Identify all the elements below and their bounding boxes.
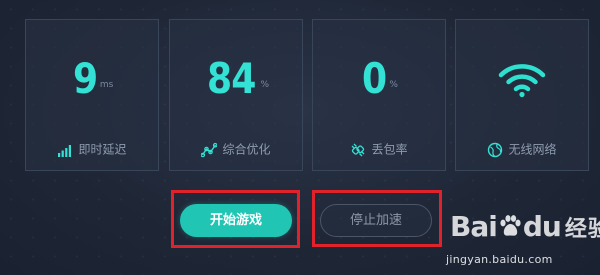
jingyan-text: 经验: [564, 217, 600, 242]
optimization-metric: 84%: [170, 54, 302, 104]
latency-value: 9: [72, 54, 98, 103]
latency-metric: 9 ms: [26, 54, 158, 104]
stop-acceleration-button[interactable]: 停止加速: [320, 204, 432, 237]
trend-line-icon: [201, 142, 218, 157]
globe-icon: [488, 142, 503, 157]
latency-label-row: 即时延迟: [26, 139, 158, 159]
packet-loss-label-row: 丢包率: [313, 139, 445, 159]
baidu-logo: Bai du 经验: [450, 210, 600, 243]
wireless-card: 无线网络: [455, 19, 589, 171]
signal-bars-icon: [58, 144, 72, 157]
latency-card: 9 ms 即时延迟: [25, 19, 159, 171]
start-game-button[interactable]: 开始游戏: [180, 204, 292, 237]
baidu-logo-text-2: du: [522, 210, 562, 243]
packet-loss-label: 丢包率: [371, 142, 408, 157]
baidu-logo-text: Bai: [450, 210, 498, 243]
baidu-jingyan-watermark: Bai du 经验 jingyan.baidu.com: [442, 198, 600, 273]
wifi-icon: [498, 64, 546, 98]
latency-label: 即时延迟: [78, 142, 127, 157]
watermark-url: jingyan.baidu.com: [446, 253, 553, 266]
paw-icon: [500, 215, 521, 236]
wireless-label-row: 无线网络: [456, 139, 588, 159]
latency-unit: ms: [99, 80, 114, 90]
packet-loss-card: 0% 丢包率: [312, 19, 446, 171]
optimization-card: 84% 综合优化: [169, 19, 303, 171]
optimization-value: 84: [206, 54, 256, 103]
optimization-label-row: 综合优化: [170, 139, 302, 159]
optimization-unit: %: [260, 80, 269, 90]
wireless-label: 无线网络: [508, 142, 557, 157]
wifi-status: [456, 62, 588, 102]
stats-panel: 9 ms 即时延迟 84% 综合优化 0% 丢包率 无线网络: [25, 19, 590, 174]
packet-loss-unit: %: [389, 80, 398, 90]
optimization-label: 综合优化: [222, 142, 271, 157]
broken-link-icon: [352, 143, 365, 156]
packet-loss-metric: 0%: [313, 54, 445, 104]
packet-loss-value: 0: [362, 54, 387, 103]
